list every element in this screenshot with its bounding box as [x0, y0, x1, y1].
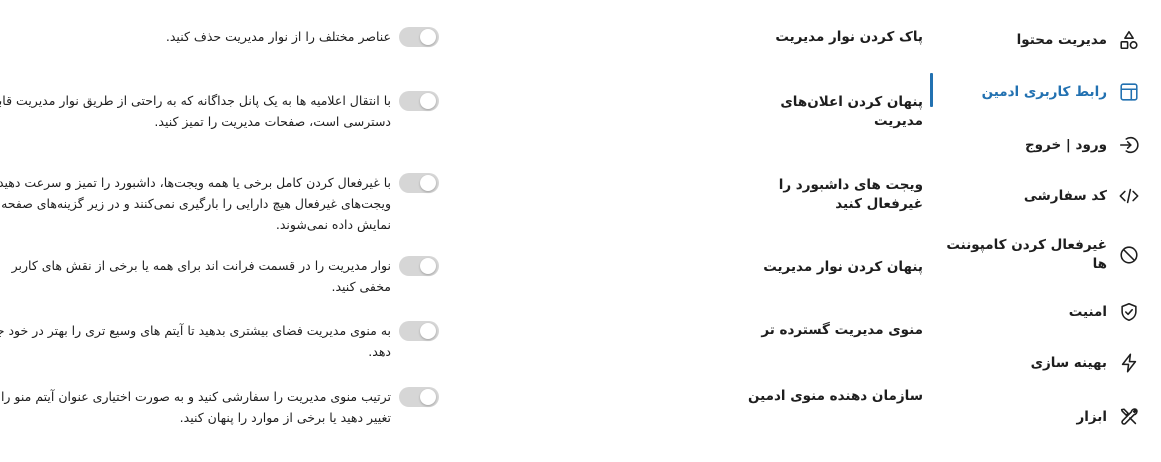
sidebar: مدیریت محتوا رابط کاربری ادمین ورود | خر… [929, 0, 1161, 462]
sidebar-item-admin-ui[interactable]: رابط کاربری ادمین [945, 80, 1141, 104]
setting-description: نوار مدیریت را در قسمت فرانت اند برای هم… [11, 258, 391, 294]
setting-title: پنهان کردن اعلان‌های مدیریت [780, 94, 923, 129]
setting-title: منوی مدیریت گسترده تر [761, 322, 923, 338]
toggle-knob [420, 389, 436, 405]
login-icon [1117, 133, 1141, 157]
setting-toggle[interactable] [399, 27, 439, 47]
toggle-knob [420, 175, 436, 191]
setting-description: با انتقال اعلامیه ها به یک پانل جداگانه … [0, 93, 391, 129]
sidebar-item-label: مدیریت محتوا [1016, 31, 1107, 48]
sidebar-item-disable-components[interactable]: غیرفعال کردن کامپوننت ها [945, 236, 1141, 274]
layout-icon [1117, 80, 1141, 104]
sidebar-item-optimization[interactable]: بهینه سازی [945, 351, 1141, 375]
active-indicator [930, 73, 933, 107]
setting-title: پنهان کردن نوار مدیریت [763, 259, 923, 275]
setting-toggle[interactable] [399, 321, 439, 341]
setting-description: با غیرفعال کردن کامل برخی یا همه ویجت‌ها… [0, 175, 391, 232]
sidebar-item-label: امنیت [1068, 303, 1107, 320]
toggle-knob [420, 93, 436, 109]
disable-icon [1117, 243, 1141, 267]
sidebar-item-security[interactable]: امنیت [945, 300, 1141, 324]
setting-toggle[interactable] [399, 256, 439, 276]
sidebar-item-label: کد سفارشی [1023, 187, 1107, 204]
sidebar-item-tools[interactable]: ابزار [945, 405, 1141, 429]
shield-check-icon [1117, 300, 1141, 324]
sidebar-item-login-logout[interactable]: ورود | خروج [945, 133, 1141, 157]
setting-description: ترتیب منوی مدیریت را سفارشی کنید و به صو… [0, 389, 391, 425]
sidebar-item-content-management[interactable]: مدیریت محتوا [945, 28, 1141, 52]
toggle-knob [420, 323, 436, 339]
shapes-icon [1117, 28, 1141, 52]
sidebar-item-label: رابط کاربری ادمین [981, 83, 1107, 100]
tools-icon [1117, 405, 1141, 429]
setting-title: پاک کردن نوار مدیریت [775, 29, 923, 45]
setting-toggle[interactable] [399, 173, 439, 193]
setting-title: سازمان دهنده منوی ادمین [747, 388, 923, 404]
sidebar-item-label: غیرفعال کردن کامپوننت ها [946, 237, 1107, 272]
toggle-knob [420, 29, 436, 45]
setting-toggle[interactable] [399, 387, 439, 407]
code-icon [1117, 184, 1141, 208]
lightning-icon [1117, 351, 1141, 375]
settings-page: مدیریت محتوا رابط کاربری ادمین ورود | خر… [0, 0, 1161, 462]
sidebar-item-label: بهینه سازی [1030, 354, 1107, 371]
sidebar-item-label: ابزار [1076, 408, 1108, 425]
setting-description: عناصر مختلف را از نوار مدیریت حذف کنید. [165, 29, 391, 44]
sidebar-item-custom-code[interactable]: کد سفارشی [945, 184, 1141, 208]
toggle-knob [420, 258, 436, 274]
sidebar-item-label: ورود | خروج [1024, 136, 1107, 153]
setting-title: ویجت های داشبورد را غیرفعال کنید [778, 177, 923, 212]
setting-toggle[interactable] [399, 91, 439, 111]
setting-description: به منوی مدیریت فضای بیشتری بدهید تا آیتم… [0, 323, 391, 359]
